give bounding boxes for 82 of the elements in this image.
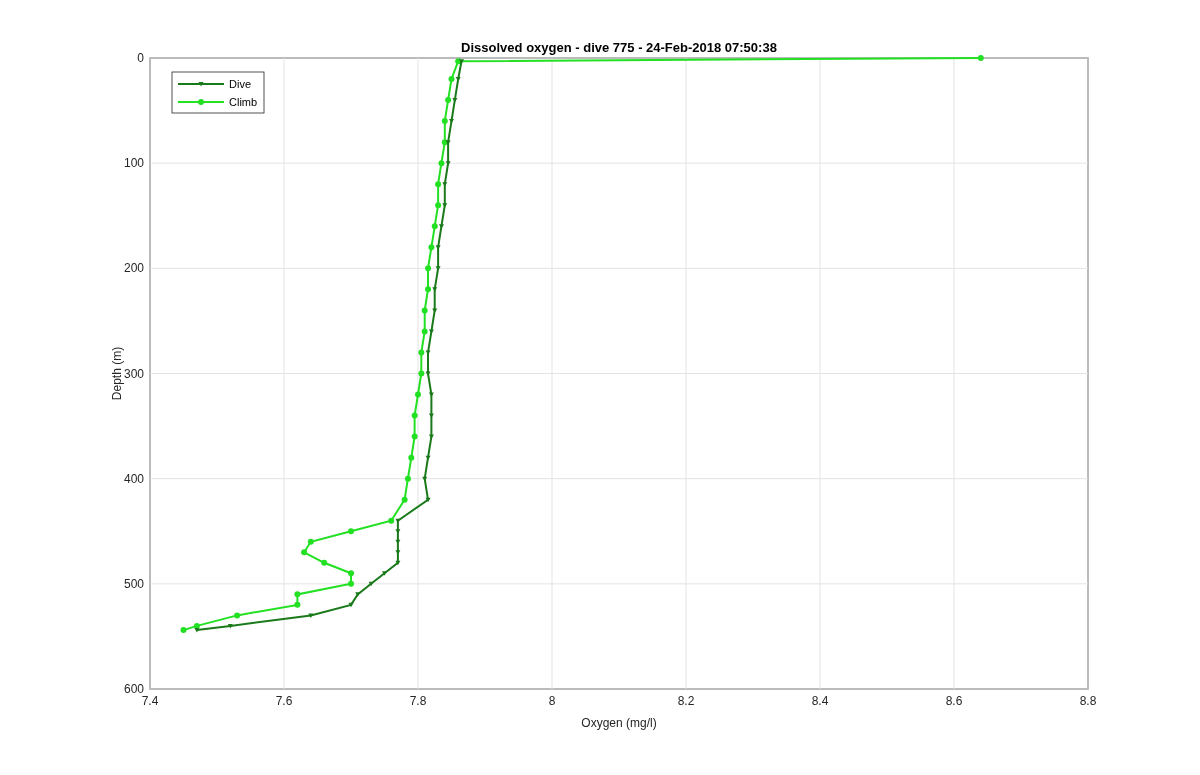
point bbox=[445, 97, 452, 104]
point bbox=[193, 622, 200, 629]
point bbox=[395, 539, 401, 545]
point bbox=[411, 412, 418, 419]
point bbox=[395, 518, 401, 524]
point bbox=[348, 528, 354, 535]
point bbox=[432, 287, 438, 292]
point bbox=[395, 529, 401, 534]
point bbox=[421, 328, 428, 335]
y-tick-label: 100 bbox=[123, 156, 144, 171]
point bbox=[307, 538, 314, 545]
point bbox=[395, 560, 401, 566]
point bbox=[425, 265, 432, 272]
point bbox=[382, 571, 387, 576]
legend-label: Climb bbox=[229, 96, 258, 108]
x-tick-label: 7.8 bbox=[409, 694, 427, 708]
point bbox=[441, 118, 448, 125]
point bbox=[445, 161, 451, 166]
point bbox=[432, 308, 438, 313]
x-tick-label: 8.6 bbox=[945, 694, 963, 708]
point bbox=[301, 549, 308, 556]
y-tick-label: 300 bbox=[123, 366, 144, 381]
y-tick-label: 200 bbox=[123, 261, 144, 276]
point bbox=[435, 202, 442, 209]
point bbox=[438, 224, 444, 229]
point bbox=[428, 244, 435, 251]
legend-label: Dive bbox=[229, 78, 251, 90]
point bbox=[180, 627, 187, 634]
point bbox=[449, 119, 454, 124]
point bbox=[452, 98, 458, 103]
point bbox=[455, 77, 461, 82]
point bbox=[348, 570, 354, 577]
legend-line-icon bbox=[177, 82, 225, 87]
x-tick-label: 8.2 bbox=[677, 694, 695, 708]
point bbox=[438, 160, 445, 167]
point bbox=[234, 612, 241, 619]
y-tick-label: 500 bbox=[123, 576, 144, 591]
point bbox=[445, 140, 451, 145]
point bbox=[395, 550, 401, 555]
y-tick-label: 0 bbox=[137, 51, 144, 65]
point bbox=[194, 628, 200, 633]
x-tick-label: 8.8 bbox=[1079, 694, 1097, 708]
point bbox=[308, 613, 314, 618]
point bbox=[418, 370, 425, 377]
y-tick-label: 400 bbox=[123, 471, 144, 486]
point bbox=[411, 433, 418, 440]
point bbox=[425, 350, 431, 355]
point bbox=[977, 55, 984, 61]
point bbox=[448, 76, 455, 83]
point bbox=[418, 349, 425, 356]
point bbox=[442, 203, 448, 208]
point bbox=[355, 592, 361, 597]
point bbox=[415, 391, 421, 398]
x-tick-label: 8 bbox=[548, 694, 556, 708]
x-tick-label: 7.6 bbox=[275, 694, 293, 708]
point bbox=[321, 559, 328, 566]
point bbox=[421, 307, 428, 314]
point bbox=[435, 245, 441, 250]
point bbox=[348, 602, 354, 608]
point bbox=[227, 623, 233, 629]
x-tick-label: 7.4 bbox=[141, 694, 159, 708]
x-tick-label: 8.4 bbox=[811, 694, 829, 708]
legend-line-icon bbox=[177, 99, 225, 105]
point bbox=[368, 581, 374, 587]
point bbox=[388, 517, 395, 524]
chart-title: Dissolved oxygen - dive 775 - 24-Feb-2018 07:50:38 bbox=[461, 40, 777, 55]
y-tick-label: 600 bbox=[123, 682, 144, 696]
point bbox=[442, 182, 448, 187]
point bbox=[435, 181, 442, 188]
point bbox=[431, 223, 438, 230]
y-axis-label: Depth (m) bbox=[110, 346, 124, 401]
point bbox=[348, 580, 354, 587]
point bbox=[294, 591, 301, 598]
x-axis-label: Oxygen (mg/l) bbox=[581, 716, 657, 730]
point bbox=[408, 454, 415, 461]
point bbox=[459, 59, 465, 64]
point bbox=[294, 601, 301, 608]
point bbox=[425, 286, 432, 293]
point bbox=[404, 475, 411, 482]
point bbox=[428, 329, 434, 334]
point bbox=[435, 266, 441, 271]
point bbox=[401, 496, 408, 503]
